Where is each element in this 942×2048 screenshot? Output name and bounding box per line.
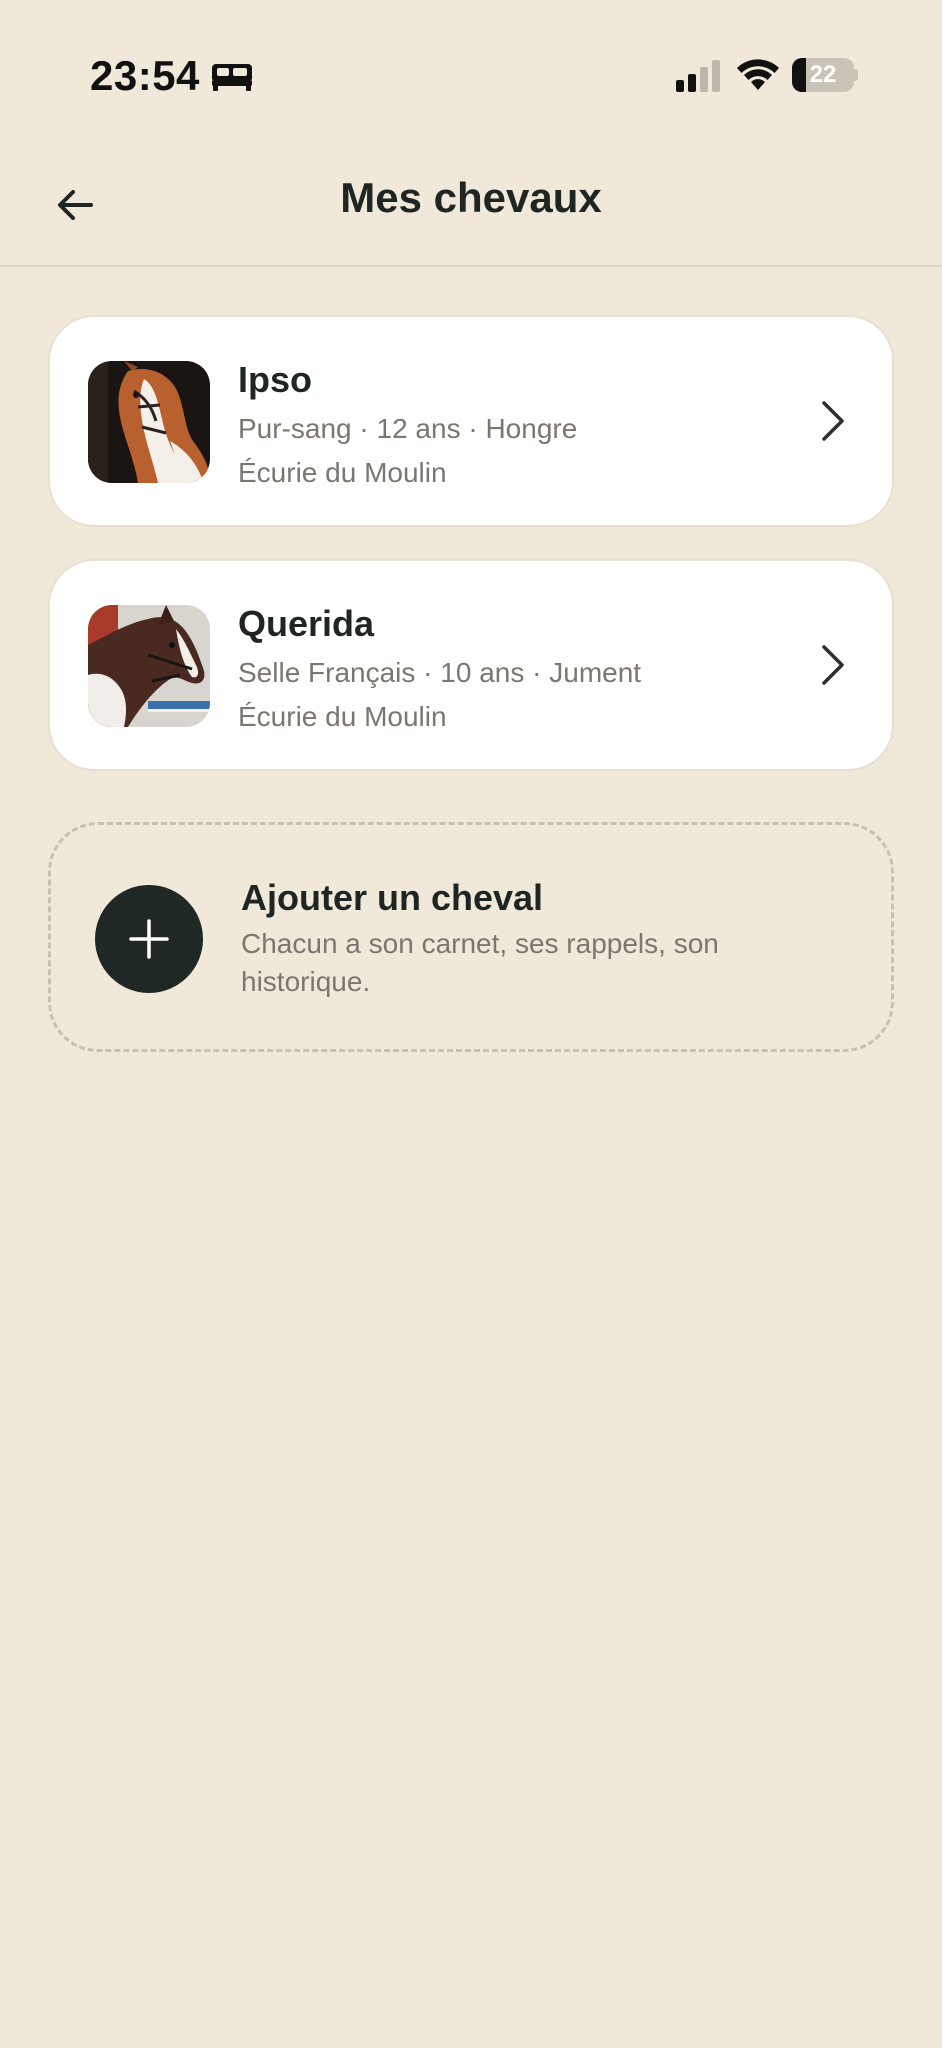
status-time: 23:54 [90,52,200,99]
battery-level: 22 [809,61,837,88]
horse-details: Selle Français · 10 ans · Jument [238,657,642,688]
horse-photo-ipso [88,361,210,483]
chevron-right-icon [822,645,844,685]
bed-icon [212,64,252,91]
horse-list: Ipso Pur-sang · 12 ans · Hongre Écurie d… [48,315,894,803]
signal-icon [676,60,720,92]
status-bar: 23:54 22 [0,0,942,140]
add-horse-button[interactable]: Ajouter un cheval Chacun a son carnet, s… [48,822,894,1052]
battery-icon: 22 [792,58,858,92]
horse-stable: Écurie du Moulin [238,457,447,488]
chevron-right-icon [822,401,844,441]
add-horse-subtitle: Chacun a son carnet, ses rappels, son hi… [241,928,719,997]
horse-card-ipso[interactable]: Ipso Pur-sang · 12 ans · Hongre Écurie d… [48,315,894,527]
plus-icon [129,919,169,959]
horse-name: Ipso [238,359,313,400]
add-horse-title: Ajouter un cheval [241,877,544,918]
wifi-icon [737,59,779,90]
header: Mes chevaux [0,140,942,267]
add-horse-circle [95,885,203,993]
horse-name: Querida [238,603,375,644]
horse-stable: Écurie du Moulin [238,701,447,732]
horse-card-querida[interactable]: Querida Selle Français · 10 ans · Jument… [48,559,894,771]
horse-details: Pur-sang · 12 ans · Hongre [238,413,578,444]
page-title: Mes chevaux [340,174,602,221]
horse-photo-querida [88,605,210,727]
